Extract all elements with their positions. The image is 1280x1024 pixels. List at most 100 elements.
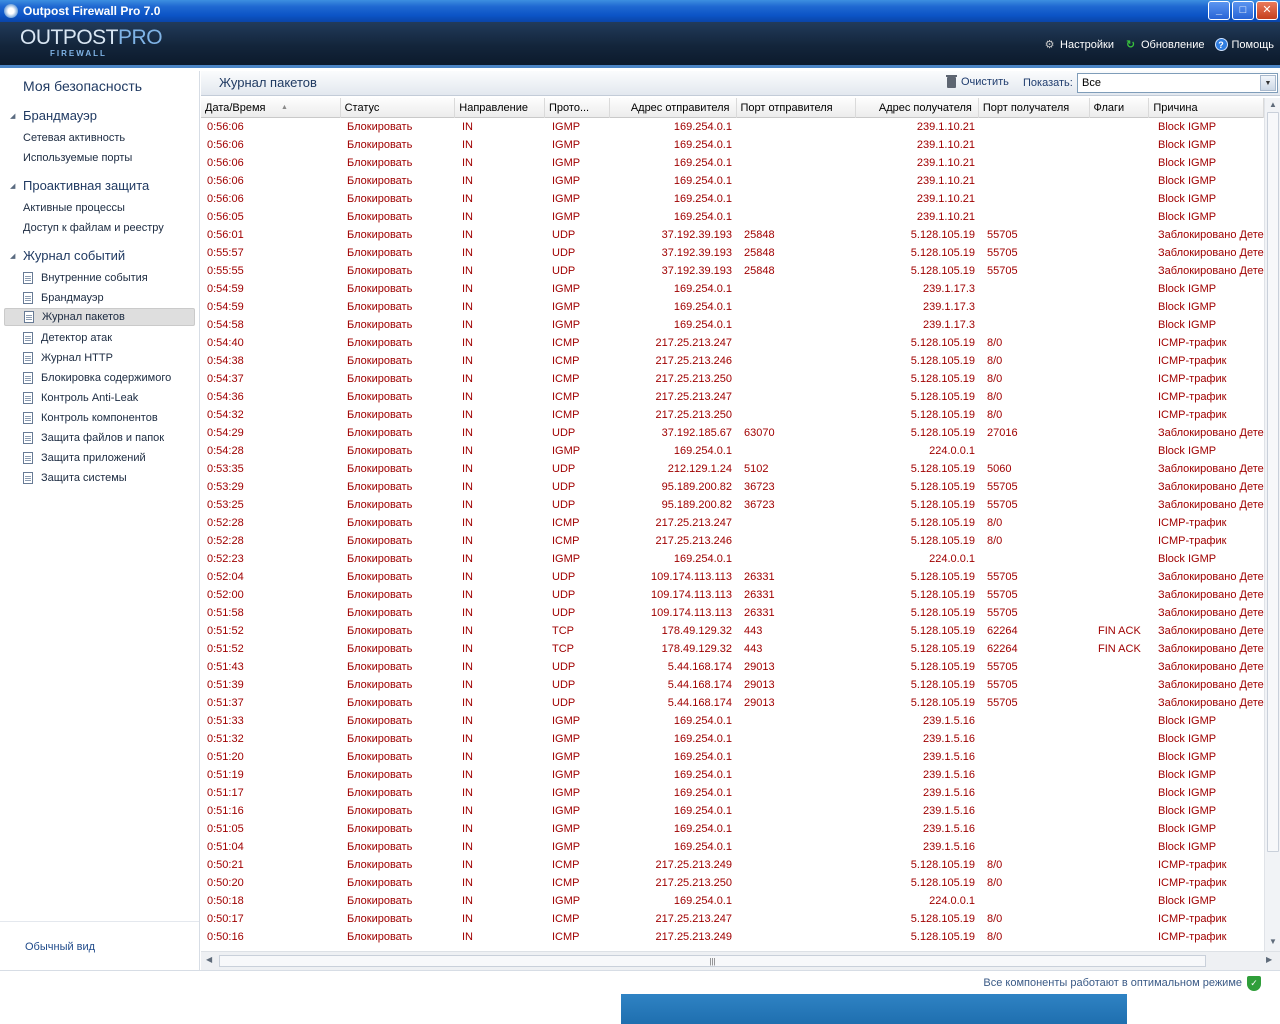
sidebar-item-file-registry-access[interactable]: Доступ к файлам и реестру [23,222,164,234]
table-row[interactable]: 0:51:19 Блокировать IN IGMP 169.254.0.1 239.1… [201,766,1264,784]
table-row[interactable]: 0:54:32 Блокировать IN ICMP 217.25.213.250 5.… [201,406,1264,424]
table-row[interactable]: 0:54:29 Блокировать IN UDP 37.192.185.67 6307… [201,424,1264,442]
sidebar-item-network-activity[interactable]: Сетевая активность [23,132,125,144]
sidebar-item-firewall-log[interactable]: Брандмауэр [23,289,195,307]
vertical-scroll-thumb[interactable] [1267,112,1279,852]
table-row[interactable]: 0:51:37 Блокировать IN UDP 5.44.168.174 29013… [201,694,1264,712]
table-row[interactable]: 0:52:23 Блокировать IN IGMP 169.254.0.1 224.0… [201,550,1264,568]
table-row[interactable]: 0:54:38 Блокировать IN ICMP 217.25.213.246 5.… [201,352,1264,370]
column-header-source-address[interactable]: Адрес отправителя [610,98,737,118]
table-row[interactable]: 0:51:52 Блокировать IN TCP 178.49.129.32 443 5… [201,622,1264,640]
scroll-left-icon[interactable]: ◀ [206,955,212,964]
column-header-source-port[interactable]: Порт отправителя [737,98,857,118]
table-row[interactable]: 0:53:35 Блокировать IN UDP 212.129.1.24 5102 5… [201,460,1264,478]
chevron-down-icon[interactable]: ▼ [1260,75,1276,91]
help-link[interactable]: ? Помощь [1214,38,1274,51]
table-row[interactable]: 0:56:06 Блокировать IN IGMP 169.254.0.1 239.1… [201,118,1264,136]
column-header-reason[interactable]: Причина [1149,98,1264,118]
table-row[interactable]: 0:53:29 Блокировать IN UDP 95.189.200.82 3672… [201,478,1264,496]
sidebar-item-http-log[interactable]: Журнал HTTP [23,349,195,367]
sidebar-item-active-processes[interactable]: Активные процессы [23,202,125,214]
sidebar-item-component-control[interactable]: Контроль компонентов [23,409,195,427]
cell-direction: IN [462,373,473,385]
clear-log-button[interactable]: Очистить [946,74,1009,88]
show-filter-select[interactable]: Все ▼ [1077,73,1278,93]
cell-source-port [738,784,858,802]
update-link[interactable]: ↻ Обновление [1124,38,1205,52]
minimize-button[interactable]: _ [1208,1,1230,20]
table-row[interactable]: 0:51:20 Блокировать IN IGMP 169.254.0.1 239.1… [201,748,1264,766]
classic-view-link[interactable]: Обычный вид [25,941,95,953]
table-row[interactable]: 0:51:33 Блокировать IN IGMP 169.254.0.1 239.1… [201,712,1264,730]
table-row[interactable]: 0:56:06 Блокировать IN IGMP 169.254.0.1 239.1… [201,136,1264,154]
scroll-up-icon[interactable]: ▲ [1267,100,1279,112]
horizontal-scroll-thumb[interactable]: ||| [219,955,1206,967]
scroll-right-icon[interactable]: ▶ [1266,955,1272,964]
cell-dest-address: 239.1.17.3 [923,301,975,313]
table-row[interactable]: 0:51:58 Блокировать IN UDP 109.174.113.113 26… [201,604,1264,622]
table-row[interactable]: 0:54:37 Блокировать IN ICMP 217.25.213.250 5.… [201,370,1264,388]
cell-direction: IN [462,589,473,601]
table-row[interactable]: 0:50:21 Блокировать IN ICMP 217.25.213.249 5.… [201,856,1264,874]
window-title-bar[interactable]: Outpost Firewall Pro 7.0 _ □ ✕ [0,0,1280,22]
table-row[interactable]: 0:54:28 Блокировать IN IGMP 169.254.0.1 224.0… [201,442,1264,460]
table-row[interactable]: 0:50:18 Блокировать IN IGMP 169.254.0.1 224.0… [201,892,1264,910]
vertical-scrollbar[interactable]: ▲ ▼ [1264,98,1280,951]
column-header-flags[interactable]: Флаги [1090,98,1150,118]
column-header-status[interactable]: Статус [341,98,456,118]
table-row[interactable]: 0:55:55 Блокировать IN UDP 37.192.39.193 2584… [201,262,1264,280]
table-row[interactable]: 0:51:32 Блокировать IN IGMP 169.254.0.1 239.1… [201,730,1264,748]
table-row[interactable]: 0:50:20 Блокировать IN ICMP 217.25.213.250 5.… [201,874,1264,892]
table-row[interactable]: 0:56:06 Блокировать IN IGMP 169.254.0.1 239.1… [201,190,1264,208]
table-row[interactable]: 0:56:06 Блокировать IN IGMP 169.254.0.1 239.1… [201,172,1264,190]
table-row[interactable]: 0:54:58 Блокировать IN IGMP 169.254.0.1 239.1… [201,316,1264,334]
sidebar-group-proactive[interactable]: ◢ Проактивная защита [10,178,149,193]
table-row[interactable]: 0:52:04 Блокировать IN UDP 109.174.113.113 26… [201,568,1264,586]
cell-dest-address: 5.128.105.19 [910,499,975,511]
column-header-dest-port[interactable]: Порт получателя [979,98,1090,118]
table-row[interactable]: 0:51:52 Блокировать IN TCP 178.49.129.32 443 5… [201,640,1264,658]
sidebar-item-used-ports[interactable]: Используемые порты [23,152,132,164]
table-row[interactable]: 0:52:00 Блокировать IN UDP 109.174.113.113 26… [201,586,1264,604]
sidebar-group-event-log[interactable]: ◢ Журнал событий [10,248,125,263]
table-row[interactable]: 0:51:16 Блокировать IN IGMP 169.254.0.1 239.1… [201,802,1264,820]
sidebar-item-file-folder-protection[interactable]: Защита файлов и папок [23,429,195,447]
horizontal-scrollbar[interactable]: ◀ ||| ▶ [201,951,1280,970]
sidebar-item-attack-detector[interactable]: Детектор атак [23,329,195,347]
column-header-datetime[interactable]: Дата/Время [201,98,341,118]
table-row[interactable]: 0:52:28 Блокировать IN ICMP 217.25.213.247 5.… [201,514,1264,532]
column-header-protocol[interactable]: Прото... [545,98,610,118]
table-row[interactable]: 0:51:04 Блокировать IN IGMP 169.254.0.1 239.1… [201,838,1264,856]
my-security-link[interactable]: Моя безопасность [23,78,142,94]
table-row[interactable]: 0:51:05 Блокировать IN IGMP 169.254.0.1 239.1… [201,820,1264,838]
sidebar-item-anti-leak[interactable]: Контроль Anti-Leak [23,389,195,407]
close-button[interactable]: ✕ [1256,1,1278,20]
table-row[interactable]: 0:56:01 Блокировать IN UDP 37.192.39.193 2584… [201,226,1264,244]
table-row[interactable]: 0:50:17 Блокировать IN ICMP 217.25.213.247 5.… [201,910,1264,928]
sidebar-item-internal-events[interactable]: Внутренние события [23,269,195,287]
table-row[interactable]: 0:54:59 Блокировать IN IGMP 169.254.0.1 239.1… [201,298,1264,316]
sidebar-item-system-protection[interactable]: Защита системы [23,469,195,487]
settings-link[interactable]: ⚙ Настройки [1043,38,1114,52]
scroll-down-icon[interactable]: ▼ [1267,937,1279,949]
table-row[interactable]: 0:53:25 Блокировать IN UDP 95.189.200.82 3672… [201,496,1264,514]
sidebar-item-packet-log[interactable]: Журнал пакетов [4,308,195,326]
sidebar-item-app-protection[interactable]: Защита приложений [23,449,195,467]
table-row[interactable]: 0:56:05 Блокировать IN IGMP 169.254.0.1 239.1… [201,208,1264,226]
table-row[interactable]: 0:54:40 Блокировать IN ICMP 217.25.213.247 5.… [201,334,1264,352]
table-row[interactable]: 0:56:06 Блокировать IN IGMP 169.254.0.1 239.1… [201,154,1264,172]
table-row[interactable]: 0:50:16 Блокировать IN ICMP 217.25.213.249 5.… [201,928,1264,946]
sidebar-group-firewall[interactable]: ◢ Брандмауэр [10,108,97,123]
sidebar-item-content-blocking[interactable]: Блокировка содержимого [23,369,195,387]
column-header-dest-address[interactable]: Адрес получателя [856,98,979,118]
table-row[interactable]: 0:54:36 Блокировать IN ICMP 217.25.213.247 5.… [201,388,1264,406]
table-row[interactable]: 0:51:17 Блокировать IN IGMP 169.254.0.1 239.1… [201,784,1264,802]
column-header-direction[interactable]: Направление [455,98,546,118]
table-row[interactable]: 0:51:43 Блокировать IN UDP 5.44.168.174 29013… [201,658,1264,676]
table-row[interactable]: 0:52:28 Блокировать IN ICMP 217.25.213.246 5.… [201,532,1264,550]
cell-direction: IN [462,481,473,493]
table-row[interactable]: 0:55:57 Блокировать IN UDP 37.192.39.193 2584… [201,244,1264,262]
table-row[interactable]: 0:51:39 Блокировать IN UDP 5.44.168.174 29013… [201,676,1264,694]
maximize-button[interactable]: □ [1232,1,1254,20]
table-row[interactable]: 0:54:59 Блокировать IN IGMP 169.254.0.1 239.1… [201,280,1264,298]
